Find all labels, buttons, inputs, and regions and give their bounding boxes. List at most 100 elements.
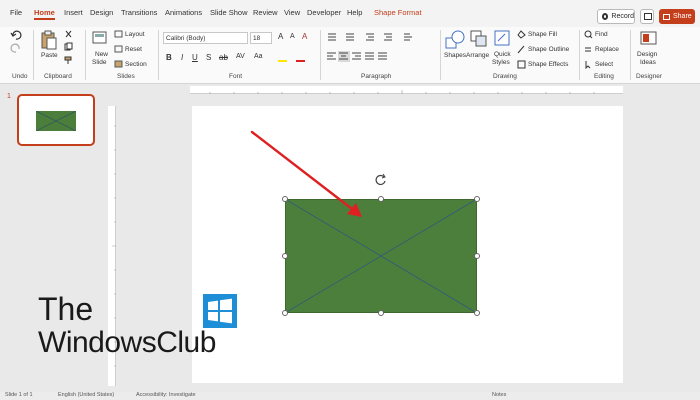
highlight-icon[interactable]	[278, 53, 287, 62]
ribbon-tab-bar: File Home Insert Design Transitions Anim…	[0, 0, 700, 27]
shrink-font-icon[interactable]: A	[290, 33, 295, 40]
design-ideas-icon[interactable]	[640, 30, 658, 48]
group-label-drawing: Drawing	[493, 73, 517, 80]
tab-file[interactable]: File	[10, 8, 22, 17]
select-button[interactable]: Select	[595, 61, 613, 68]
tab-design[interactable]: Design	[90, 8, 113, 17]
redo-icon[interactable]	[10, 43, 22, 53]
resize-handle-top-right[interactable]	[474, 196, 480, 202]
italic-icon[interactable]: I	[181, 53, 183, 62]
font-color-icon[interactable]	[296, 51, 305, 62]
new-slide-label[interactable]: New	[95, 51, 108, 58]
grow-font-icon[interactable]: A	[278, 32, 283, 41]
shape-outline-button[interactable]: Shape Outline	[528, 46, 569, 53]
tab-insert[interactable]: Insert	[64, 8, 83, 17]
alignment-icons[interactable]	[326, 51, 436, 63]
watermark-text-the: The	[38, 291, 94, 327]
paste-icon[interactable]	[40, 30, 58, 50]
copy-icon[interactable]	[64, 42, 73, 51]
font-name-value: Calibri (Body)	[166, 35, 206, 42]
tab-animations[interactable]: Animations	[165, 8, 202, 17]
design-ideas-label-2[interactable]: Ideas	[640, 59, 656, 66]
divider	[579, 30, 580, 80]
tab-view[interactable]: View	[284, 8, 300, 17]
watermark-logo-icon	[203, 294, 237, 328]
section-icon	[114, 60, 123, 68]
shape-fill-icon	[517, 30, 526, 39]
share-icon	[663, 13, 670, 20]
resize-handle-bottom[interactable]	[378, 310, 384, 316]
ribbon-home: Undo Paste Clipboard New Slide Layout Re…	[0, 27, 700, 84]
shape-effects-icon	[517, 60, 526, 69]
layout-icon	[114, 30, 123, 38]
tab-home[interactable]: Home	[34, 8, 55, 20]
quick-styles-label[interactable]: Quick	[494, 51, 511, 58]
share-label: Share	[673, 13, 692, 20]
new-slide-icon[interactable]	[92, 30, 108, 46]
shadow-icon[interactable]: S	[206, 53, 211, 62]
shape-outline-icon	[517, 45, 525, 54]
layout-button[interactable]: Layout	[125, 31, 145, 38]
comments-button[interactable]	[640, 9, 654, 24]
shapes-icon[interactable]	[445, 30, 465, 50]
record-label: Record	[611, 13, 634, 20]
char-spacing-icon[interactable]: AV	[236, 53, 245, 60]
tab-shape-format[interactable]: Shape Format	[374, 8, 422, 17]
resize-handle-left[interactable]	[282, 253, 288, 259]
status-slide-info: Slide 1 of 1	[5, 392, 33, 398]
tab-transitions[interactable]: Transitions	[121, 8, 157, 17]
resize-handle-bottom-right[interactable]	[474, 310, 480, 316]
group-label-paragraph: Paragraph	[361, 73, 392, 80]
shape-effects-button[interactable]: Shape Effects	[528, 61, 568, 68]
new-slide-label-2[interactable]: Slide	[92, 59, 106, 66]
tab-slide-show[interactable]: Slide Show	[210, 8, 248, 17]
arrange-icon[interactable]	[470, 30, 488, 50]
paste-label[interactable]: Paste	[41, 52, 58, 59]
underline-icon[interactable]: U	[192, 53, 198, 62]
section-button[interactable]: Section	[125, 61, 147, 68]
record-icon	[602, 13, 609, 20]
slide-thumbnail-number: 1	[7, 93, 11, 100]
resize-handle-bottom-left[interactable]	[282, 310, 288, 316]
status-bar: Slide 1 of 1 English (United States) Acc…	[0, 392, 700, 400]
arrange-label[interactable]: Arrange	[466, 52, 489, 59]
status-language[interactable]: English (United States)	[58, 392, 114, 398]
tab-developer[interactable]: Developer	[307, 8, 341, 17]
status-notes-button[interactable]: Notes	[492, 392, 506, 398]
record-button[interactable]: Record	[597, 9, 635, 24]
undo-icon[interactable]	[10, 30, 22, 40]
resize-handle-right[interactable]	[474, 253, 480, 259]
design-ideas-label[interactable]: Design	[637, 51, 657, 58]
replace-button[interactable]: Replace	[595, 46, 619, 53]
change-case-icon[interactable]: Aa	[254, 53, 263, 60]
font-size-dropdown[interactable]: 18	[250, 32, 272, 44]
quick-styles-label-2[interactable]: Styles	[492, 59, 510, 66]
horizontal-ruler[interactable]	[190, 86, 623, 94]
group-label-editing: Editing	[594, 73, 614, 80]
group-label-clipboard: Clipboard	[44, 73, 72, 80]
status-accessibility[interactable]: Accessibility: Investigate	[136, 392, 196, 398]
select-icon	[585, 61, 591, 69]
group-label-font: Font	[229, 73, 243, 80]
tab-help[interactable]: Help	[347, 8, 362, 17]
slide-thumbnail[interactable]	[17, 94, 95, 146]
bold-icon[interactable]: B	[166, 53, 172, 62]
shapes-label[interactable]: Shapes	[444, 52, 466, 59]
clear-formatting-icon[interactable]: A	[302, 32, 307, 41]
strikethrough-icon[interactable]: ab	[219, 53, 228, 62]
shape-fill-button[interactable]: Shape Fill	[528, 31, 557, 38]
tab-review[interactable]: Review	[253, 8, 278, 17]
find-button[interactable]: Find	[595, 31, 608, 38]
quick-styles-icon[interactable]	[494, 30, 512, 48]
replace-icon	[585, 47, 591, 52]
rotate-handle-icon[interactable]	[374, 173, 388, 187]
font-name-dropdown[interactable]: Calibri (Body)	[163, 32, 248, 44]
resize-handle-top[interactable]	[378, 196, 384, 202]
ruler-ticks	[209, 90, 595, 94]
cut-icon[interactable]	[64, 30, 73, 39]
share-button[interactable]: Share	[659, 9, 695, 24]
list-controls-icons[interactable]	[326, 32, 436, 42]
format-painter-icon[interactable]	[64, 56, 73, 65]
divider	[33, 30, 34, 80]
reset-button[interactable]: Reset	[125, 46, 142, 53]
